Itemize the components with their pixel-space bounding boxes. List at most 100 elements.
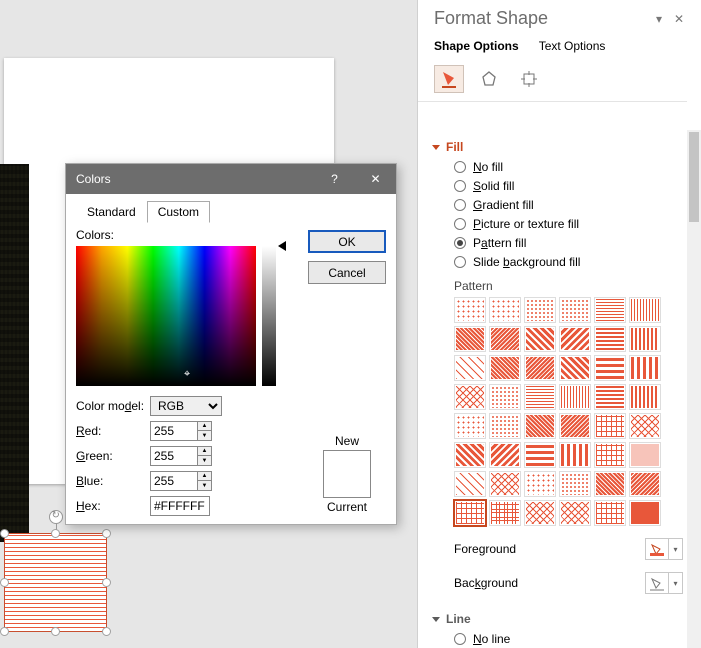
pattern-swatch[interactable] xyxy=(559,413,591,439)
format-shape-pane: Format Shape ▾ ✕ Shape Options Text Opti… xyxy=(417,0,701,648)
pattern-swatch[interactable] xyxy=(524,355,556,381)
radio-picture-fill[interactable]: Picture or texture fill xyxy=(454,217,683,231)
pattern-swatch[interactable] xyxy=(489,297,521,323)
line-section-header[interactable]: Line xyxy=(432,612,683,626)
new-label: New xyxy=(308,434,386,448)
pattern-swatch[interactable] xyxy=(524,413,556,439)
pattern-swatch[interactable] xyxy=(629,355,661,381)
pattern-swatch[interactable] xyxy=(489,384,521,410)
ok-button[interactable]: OK xyxy=(308,230,386,253)
pattern-swatch[interactable] xyxy=(454,326,486,352)
dialog-titlebar[interactable]: Colors ? ✕ xyxy=(66,164,396,194)
pattern-swatch[interactable] xyxy=(629,326,661,352)
radio-no-fill[interactable]: No fill xyxy=(454,160,683,174)
pane-close-icon[interactable]: ✕ xyxy=(669,12,689,26)
pattern-swatch[interactable] xyxy=(629,442,661,468)
red-input[interactable] xyxy=(150,421,198,441)
resize-handle[interactable] xyxy=(0,529,9,538)
pattern-swatch[interactable] xyxy=(559,442,591,468)
resize-handle[interactable] xyxy=(51,529,60,538)
pattern-swatch[interactable] xyxy=(594,297,626,323)
pattern-swatch[interactable] xyxy=(524,471,556,497)
pattern-swatch[interactable] xyxy=(489,413,521,439)
pattern-swatch[interactable] xyxy=(454,297,486,323)
pattern-swatch[interactable] xyxy=(629,413,661,439)
radio-slide-bg-fill[interactable]: Slide background fill xyxy=(454,255,683,269)
rotate-handle[interactable] xyxy=(49,510,63,524)
color-model-select[interactable]: RGB xyxy=(150,396,222,416)
resize-handle[interactable] xyxy=(0,578,9,587)
radio-no-line[interactable]: No line xyxy=(454,632,683,646)
fill-line-tab-icon[interactable] xyxy=(434,65,464,93)
pattern-swatch[interactable] xyxy=(524,442,556,468)
scrollbar-thumb[interactable] xyxy=(689,132,699,222)
pattern-swatch[interactable] xyxy=(559,471,591,497)
pattern-swatch[interactable] xyxy=(594,442,626,468)
pattern-swatch[interactable] xyxy=(559,355,591,381)
pattern-swatch[interactable] xyxy=(454,384,486,410)
resize-handle[interactable] xyxy=(102,529,111,538)
resize-handle[interactable] xyxy=(51,627,60,636)
current-label: Current xyxy=(308,500,386,514)
pattern-swatch[interactable] xyxy=(559,384,591,410)
tab-standard[interactable]: Standard xyxy=(76,201,147,223)
tab-text-options[interactable]: Text Options xyxy=(539,39,606,53)
pattern-swatch[interactable] xyxy=(524,500,556,526)
blue-input[interactable] xyxy=(150,471,198,491)
pane-dropdown-icon[interactable]: ▾ xyxy=(649,12,669,26)
pattern-swatch[interactable] xyxy=(454,500,486,526)
pattern-swatch[interactable] xyxy=(594,500,626,526)
luminance-marker-icon[interactable] xyxy=(278,241,288,251)
pattern-swatch[interactable] xyxy=(489,326,521,352)
pattern-swatch[interactable] xyxy=(594,413,626,439)
selected-shape[interactable] xyxy=(4,533,107,632)
pattern-swatch[interactable] xyxy=(454,442,486,468)
pattern-swatch[interactable] xyxy=(524,384,556,410)
pattern-swatch[interactable] xyxy=(594,355,626,381)
pattern-swatch[interactable] xyxy=(629,471,661,497)
green-input[interactable] xyxy=(150,446,198,466)
tab-shape-options[interactable]: Shape Options xyxy=(434,39,519,53)
size-tab-icon[interactable] xyxy=(514,65,544,93)
radio-pattern-fill[interactable]: Pattern fill xyxy=(454,236,683,250)
pattern-swatch[interactable] xyxy=(454,471,486,497)
pattern-swatch[interactable] xyxy=(629,297,661,323)
cancel-button[interactable]: Cancel xyxy=(308,261,386,284)
blue-label: Blue: xyxy=(76,474,150,488)
red-spinner[interactable]: ▲▼ xyxy=(198,421,212,441)
radio-gradient-fill[interactable]: Gradient fill xyxy=(454,198,683,212)
pattern-swatch[interactable] xyxy=(629,384,661,410)
radio-solid-fill[interactable]: Solid fill xyxy=(454,179,683,193)
pattern-swatch[interactable] xyxy=(489,355,521,381)
pattern-swatch[interactable] xyxy=(454,413,486,439)
pattern-swatch[interactable] xyxy=(489,471,521,497)
pattern-swatch[interactable] xyxy=(559,326,591,352)
pattern-swatch[interactable] xyxy=(489,442,521,468)
resize-handle[interactable] xyxy=(0,627,9,636)
foreground-color-button[interactable]: ▾ xyxy=(645,538,683,560)
pattern-swatch[interactable] xyxy=(629,500,661,526)
pattern-swatch[interactable] xyxy=(559,297,591,323)
background-color-button[interactable]: ▾ xyxy=(645,572,683,594)
pattern-swatch[interactable] xyxy=(594,471,626,497)
blue-spinner[interactable]: ▲▼ xyxy=(198,471,212,491)
help-icon[interactable]: ? xyxy=(314,164,355,194)
green-spinner[interactable]: ▲▼ xyxy=(198,446,212,466)
pattern-swatch[interactable] xyxy=(524,297,556,323)
resize-handle[interactable] xyxy=(102,578,111,587)
scrollbar[interactable] xyxy=(687,130,701,648)
pattern-swatch[interactable] xyxy=(594,384,626,410)
pattern-swatch[interactable] xyxy=(454,355,486,381)
pattern-swatch[interactable] xyxy=(559,500,591,526)
close-icon[interactable]: ✕ xyxy=(355,164,396,194)
effects-tab-icon[interactable] xyxy=(474,65,504,93)
resize-handle[interactable] xyxy=(102,627,111,636)
hex-input[interactable] xyxy=(150,496,210,516)
pattern-swatch[interactable] xyxy=(594,326,626,352)
pattern-swatch[interactable] xyxy=(524,326,556,352)
fill-section-header[interactable]: Fill xyxy=(432,140,683,154)
pattern-swatch[interactable] xyxy=(489,500,521,526)
color-gradient-picker[interactable] xyxy=(76,246,256,386)
luminance-slider[interactable] xyxy=(262,246,276,386)
tab-custom[interactable]: Custom xyxy=(147,201,210,223)
